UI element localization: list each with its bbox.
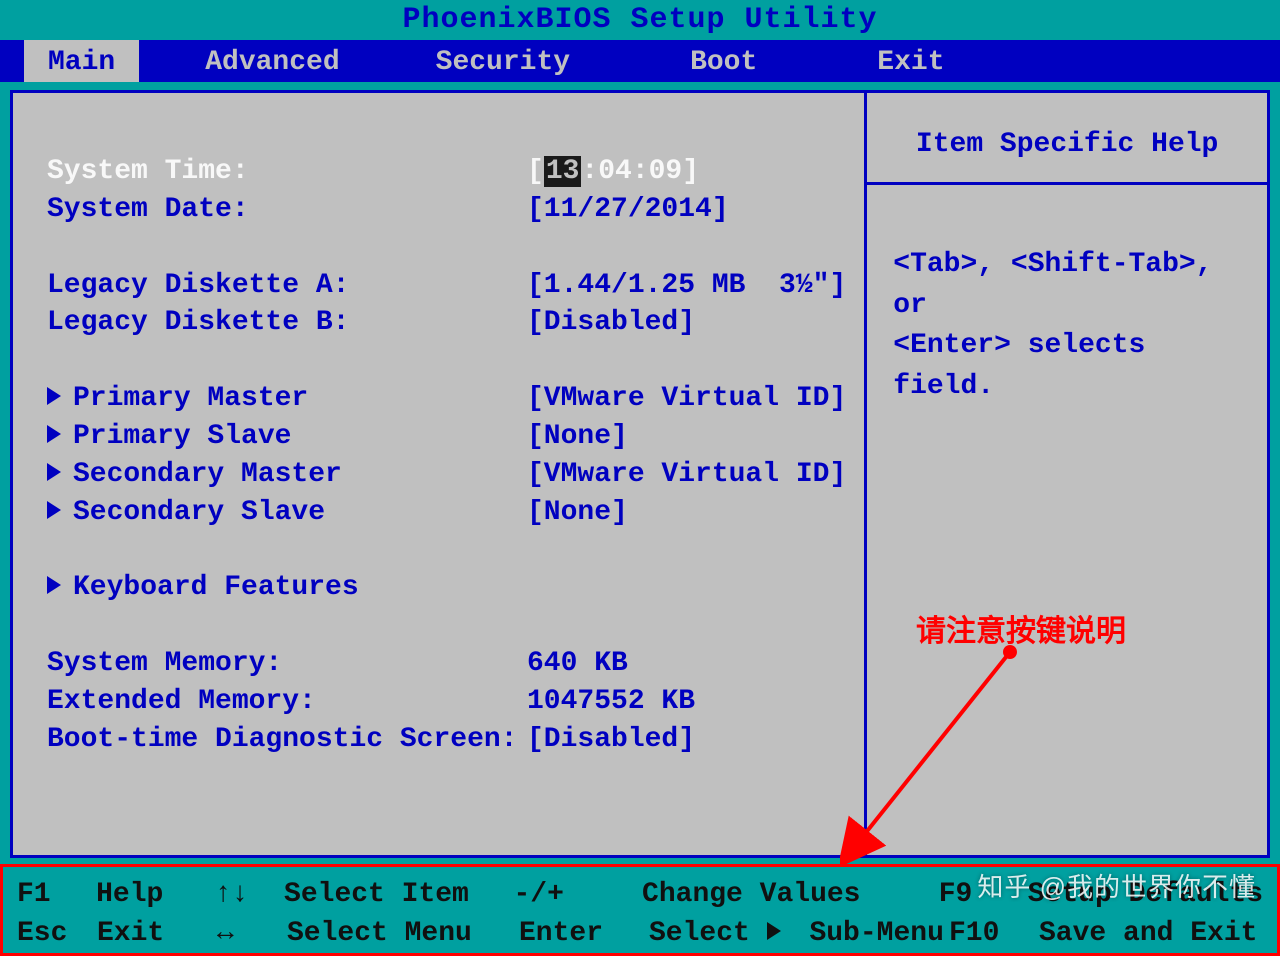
tab-main[interactable]: Main [24, 40, 139, 82]
row-primary-master[interactable]: Primary Master [VMware Virtual ID] [47, 380, 846, 418]
window-title: PhoenixBIOS Setup Utility [0, 0, 1280, 40]
label-legacy-b: Legacy Diskette B: [47, 304, 527, 342]
menu-bar: Main Advanced Security Boot Exit [0, 40, 1280, 82]
value-secondary-slave[interactable]: [None] [527, 494, 628, 532]
value-system-memory: 640 KB [527, 645, 628, 683]
submenu-icon [47, 387, 61, 405]
value-secondary-master[interactable]: [VMware Virtual ID] [527, 456, 846, 494]
hint-key-f1: F1 [17, 875, 96, 914]
submenu-icon [47, 576, 61, 594]
label-primary-slave: Primary Slave [47, 418, 527, 456]
label-legacy-a: Legacy Diskette A: [47, 267, 527, 305]
hint-key-esc: Esc [17, 914, 97, 953]
hint-key-leftright: ↔ [217, 914, 287, 953]
row-extended-memory: Extended Memory: 1047552 KB [47, 683, 846, 721]
submenu-icon [47, 425, 61, 443]
row-system-date[interactable]: System Date: [11/27/2014] [47, 191, 846, 229]
hint-select-menu: Select Menu [287, 914, 519, 953]
hint-help: Help [96, 875, 215, 914]
hint-exit: Exit [97, 914, 217, 953]
row-system-memory: System Memory: 640 KB [47, 645, 846, 683]
tab-boot[interactable]: Boot [660, 40, 787, 82]
hint-key-enter: Enter [519, 914, 649, 953]
hint-select-submenu: Select Sub-Menu [649, 914, 949, 953]
value-legacy-a[interactable]: [1.44/1.25 MB 3½"] [527, 267, 846, 305]
label-primary-master: Primary Master [47, 380, 527, 418]
label-system-date: System Date: [47, 191, 527, 229]
row-boot-diag[interactable]: Boot-time Diagnostic Screen: [Disabled] [47, 721, 846, 759]
hint-save-exit: Save and Exit [1039, 914, 1263, 953]
row-legacy-diskette-a[interactable]: Legacy Diskette A: [1.44/1.25 MB 3½"] [47, 267, 846, 305]
watermark: 知乎 @我的世界你不懂 [977, 867, 1256, 904]
value-system-time[interactable]: [13:04:09] [527, 153, 699, 191]
row-secondary-slave[interactable]: Secondary Slave [None] [47, 494, 846, 532]
value-boot-diag[interactable]: [Disabled] [527, 721, 695, 759]
label-secondary-master: Secondary Master [47, 456, 527, 494]
value-legacy-b[interactable]: [Disabled] [527, 304, 695, 342]
tab-exit[interactable]: Exit [847, 40, 974, 82]
help-panel: Item Specific Help <Tab>, <Shift-Tab>, o… [864, 93, 1267, 855]
hint-key-updown: ↑↓ [215, 875, 284, 914]
label-secondary-slave: Secondary Slave [47, 494, 527, 532]
value-extended-memory: 1047552 KB [527, 683, 695, 721]
row-keyboard-features[interactable]: Keyboard Features [47, 569, 846, 607]
row-system-time[interactable]: System Time: [13:04:09] [47, 153, 846, 191]
annotation-text: 请注意按键说明 [916, 606, 1126, 650]
label-system-time: System Time: [47, 153, 527, 191]
hint-key-f10: F10 [949, 914, 1039, 953]
row-primary-slave[interactable]: Primary Slave [None] [47, 418, 846, 456]
help-title: Item Specific Help [867, 93, 1267, 185]
settings-panel: System Time: [13:04:09] System Date: [11… [13, 93, 864, 855]
time-hour-selected[interactable]: 13 [544, 156, 582, 187]
submenu-icon [767, 922, 781, 940]
main-panels: System Time: [13:04:09] System Date: [11… [10, 90, 1270, 858]
value-system-date[interactable]: [11/27/2014] [527, 191, 729, 229]
value-primary-slave[interactable]: [None] [527, 418, 628, 456]
submenu-icon [47, 463, 61, 481]
hint-select-item: Select Item [284, 875, 513, 914]
hint-change-values: Change Values [642, 875, 939, 914]
tab-advanced[interactable]: Advanced [175, 40, 369, 82]
label-keyboard-features: Keyboard Features [47, 569, 527, 607]
submenu-icon [47, 501, 61, 519]
tab-security[interactable]: Security [406, 40, 600, 82]
label-system-memory: System Memory: [47, 645, 527, 683]
row-secondary-master[interactable]: Secondary Master [VMware Virtual ID] [47, 456, 846, 494]
hint-key-plusminus: -/+ [513, 875, 642, 914]
help-body: <Tab>, <Shift-Tab>, or <Enter> selects f… [867, 185, 1267, 417]
label-extended-memory: Extended Memory: [47, 683, 527, 721]
row-legacy-diskette-b[interactable]: Legacy Diskette B: [Disabled] [47, 304, 846, 342]
label-boot-diag: Boot-time Diagnostic Screen: [47, 721, 527, 759]
value-primary-master[interactable]: [VMware Virtual ID] [527, 380, 846, 418]
